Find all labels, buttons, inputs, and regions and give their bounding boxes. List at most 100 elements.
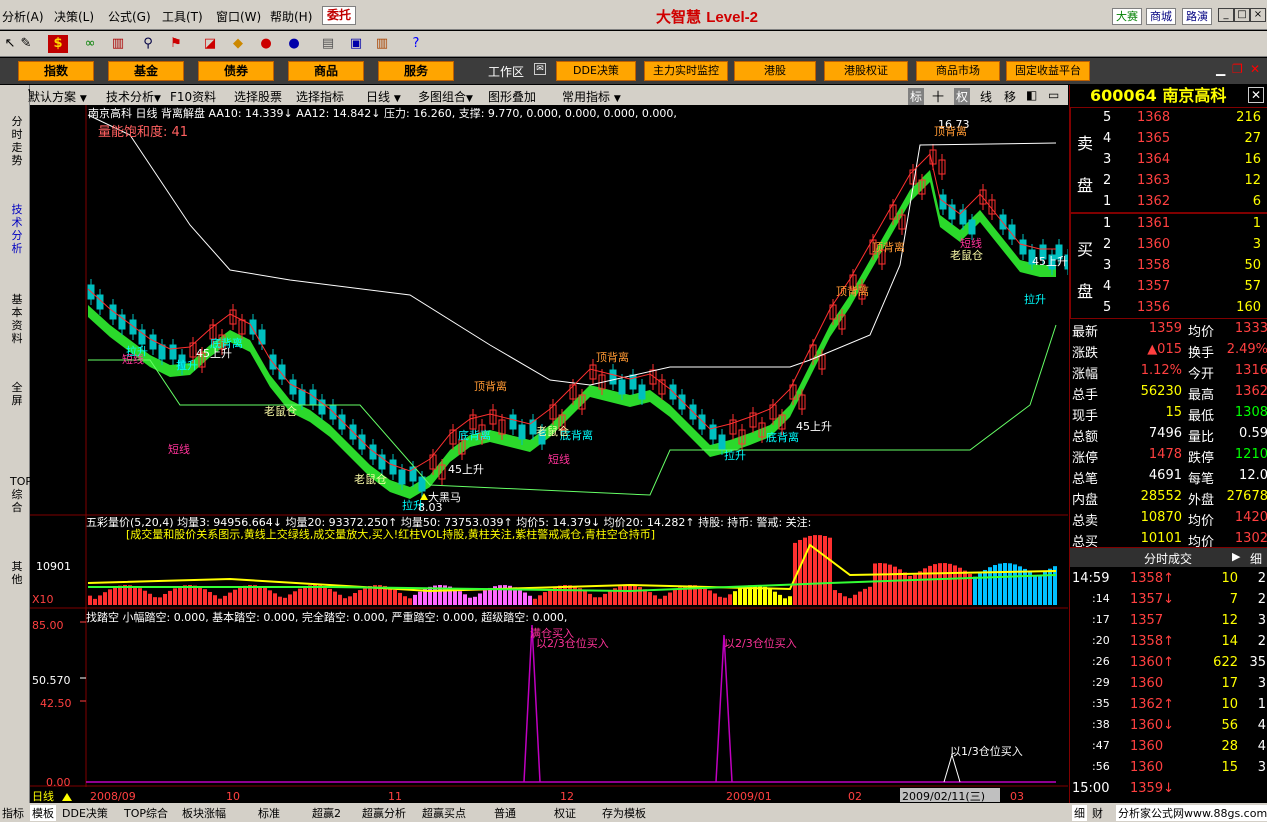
- mark-button[interactable]: 标: [908, 88, 925, 105]
- status-tab-dde[interactable]: DDE决策: [62, 805, 108, 821]
- tab-technical[interactable]: 技术分析: [10, 203, 24, 255]
- binoculars-icon[interactable]: ⚲: [138, 35, 158, 53]
- buy-row[interactable]: 2 1360 3: [1071, 235, 1267, 256]
- sell-level: 1: [1103, 194, 1112, 209]
- volume-bar: [368, 585, 372, 605]
- sell-row[interactable]: 5 1368 216: [1071, 108, 1267, 129]
- info-icon[interactable]: ●: [284, 35, 304, 53]
- work-area-icon[interactable]: ✉: [534, 63, 546, 75]
- status-tab-chaoying-buy[interactable]: 超赢买点: [422, 805, 466, 821]
- f10-icon[interactable]: ●: [256, 35, 276, 53]
- print-icon[interactable]: ▤: [318, 35, 338, 53]
- nav-bond-button[interactable]: 债券: [198, 61, 274, 81]
- expand-panel-icon[interactable]: ▭: [1048, 88, 1059, 102]
- tab-other[interactable]: 其他: [10, 560, 24, 586]
- nav-fixed-income-button[interactable]: 固定收益平台: [1006, 61, 1090, 81]
- volume-bar: [723, 597, 727, 605]
- trade-time: :17: [1092, 613, 1110, 626]
- nav-market-button[interactable]: 商品市场: [916, 61, 1000, 81]
- tab-top[interactable]: TOP综合: [10, 475, 32, 514]
- ruler-icon[interactable]: ✎: [16, 35, 36, 53]
- status-finance-tab[interactable]: 财: [1092, 805, 1103, 821]
- alarm-icon[interactable]: ⚑: [166, 35, 186, 53]
- status-tab-indicator[interactable]: 指标: [2, 805, 24, 821]
- glasses-icon[interactable]: ∞: [80, 35, 100, 53]
- nav-monitor-button[interactable]: 主力实时监控: [644, 61, 728, 81]
- mall-button[interactable]: 商城: [1146, 8, 1176, 25]
- minimize-button[interactable]: _: [1218, 8, 1234, 22]
- tab-fundamental[interactable]: 基本资料: [10, 293, 24, 345]
- window-icon[interactable]: ▣: [346, 35, 366, 53]
- trades-arrow-icon[interactable]: ▶: [1232, 550, 1240, 563]
- rights-button[interactable]: 权: [954, 88, 971, 105]
- trades-detail-button[interactable]: 细: [1250, 550, 1262, 567]
- books-icon[interactable]: ▥: [372, 35, 392, 53]
- status-tab-chaoying-analysis[interactable]: 超赢分析: [362, 805, 406, 821]
- crosshair-button[interactable]: 十: [932, 88, 944, 105]
- status-tab-normal[interactable]: 普通: [494, 805, 516, 821]
- menu-decision[interactable]: 决策(L): [54, 8, 94, 25]
- select-stock-button[interactable]: 选择股票: [234, 88, 282, 105]
- overlay-button[interactable]: 图形叠加: [488, 88, 536, 105]
- sell-volume: 216: [1236, 110, 1261, 125]
- weituo-button[interactable]: 委托: [322, 6, 356, 25]
- sell-row[interactable]: 2 1363 12: [1071, 171, 1267, 192]
- status-detail-tab[interactable]: 细: [1072, 805, 1087, 821]
- status-tab-standard[interactable]: 标准: [258, 805, 280, 821]
- news-icon[interactable]: ◪: [200, 35, 220, 53]
- status-tab-save-template[interactable]: 存为模板: [602, 805, 646, 821]
- status-tab-warrant[interactable]: 权证: [554, 805, 576, 821]
- f10-button[interactable]: F10资料: [170, 88, 216, 105]
- nav-dde-button[interactable]: DDE决策: [556, 61, 636, 81]
- tab-intraday[interactable]: 分时走势: [10, 115, 24, 167]
- nav-hk-button[interactable]: 港股: [734, 61, 816, 81]
- sub-minimize-icon[interactable]: ▁: [1216, 62, 1225, 76]
- technical-analysis-button[interactable]: 技术分析▼: [106, 88, 161, 105]
- contest-button[interactable]: 大赛: [1112, 8, 1142, 25]
- tab-fullscreen[interactable]: 全屏: [10, 381, 24, 407]
- nav-index-button[interactable]: 指数: [18, 61, 94, 81]
- volume-bar: [868, 586, 872, 605]
- nav-commodity-button[interactable]: 商品: [288, 61, 364, 81]
- chart-area[interactable]: 南京高科 日线 背离解盘 AA10: 14.339↓ AA12: 14.842↓…: [30, 105, 1068, 803]
- default-scheme-button[interactable]: 默认方案 ▼: [28, 88, 87, 105]
- buy-row[interactable]: 3 1358 50: [1071, 256, 1267, 277]
- sell-row[interactable]: 4 1365 27: [1071, 129, 1267, 150]
- menu-formula[interactable]: 公式(G): [108, 8, 151, 25]
- buy-row[interactable]: 5 1356 160: [1071, 298, 1267, 319]
- roadshow-button[interactable]: 路演: [1182, 8, 1212, 25]
- chart-icon[interactable]: ▥: [108, 35, 128, 53]
- diamond-icon[interactable]: ◆: [228, 35, 248, 53]
- nav-service-button[interactable]: 服务: [378, 61, 454, 81]
- status-tab-chaoying2[interactable]: 超赢2: [312, 805, 341, 821]
- buy-row[interactable]: 4 1357 57: [1071, 277, 1267, 298]
- dollar-icon[interactable]: $: [48, 35, 68, 53]
- menu-analysis[interactable]: 分析(A): [2, 8, 44, 25]
- select-indicator-button[interactable]: 选择指标: [296, 88, 344, 105]
- help-icon[interactable]: ?: [406, 35, 426, 53]
- buy-row[interactable]: 1 1361 1: [1071, 214, 1267, 235]
- common-indicator-button[interactable]: 常用指标 ▼: [562, 88, 621, 105]
- status-tab-sector[interactable]: 板块涨幅: [182, 805, 226, 821]
- toggle-panel-icon[interactable]: ◧: [1026, 88, 1037, 102]
- sell-row[interactable]: 1 1362 6: [1071, 192, 1267, 213]
- nav-hk-warrant-button[interactable]: 港股权证: [824, 61, 908, 81]
- menu-tools[interactable]: 工具(T): [162, 8, 203, 25]
- menu-window[interactable]: 窗口(W): [216, 8, 261, 25]
- sub-restore-icon[interactable]: ❐: [1232, 62, 1243, 76]
- sell-row[interactable]: 3 1364 16: [1071, 150, 1267, 171]
- status-tab-top[interactable]: TOP综合: [124, 805, 168, 821]
- close-quote-icon[interactable]: ✕: [1248, 87, 1264, 103]
- status-tab-template[interactable]: 模板: [30, 805, 56, 821]
- trade-volume: 10: [1221, 697, 1238, 712]
- trades-list: 14:59 1358↑ 10 2:14 1357↓ 7 2:17 1357 12 3:20 1358…: [1070, 569, 1267, 805]
- sub-close-icon[interactable]: ✕: [1250, 62, 1260, 76]
- nav-fund-button[interactable]: 基金: [108, 61, 184, 81]
- daily-button[interactable]: 日线 ▼: [366, 88, 401, 105]
- close-button[interactable]: ×: [1250, 8, 1266, 22]
- multi-chart-button[interactable]: 多图组合▼: [418, 88, 473, 105]
- move-button[interactable]: 移: [1004, 88, 1016, 105]
- maximize-button[interactable]: □: [1234, 8, 1250, 22]
- line-button[interactable]: 线: [980, 88, 992, 105]
- menu-help[interactable]: 帮助(H): [270, 8, 312, 25]
